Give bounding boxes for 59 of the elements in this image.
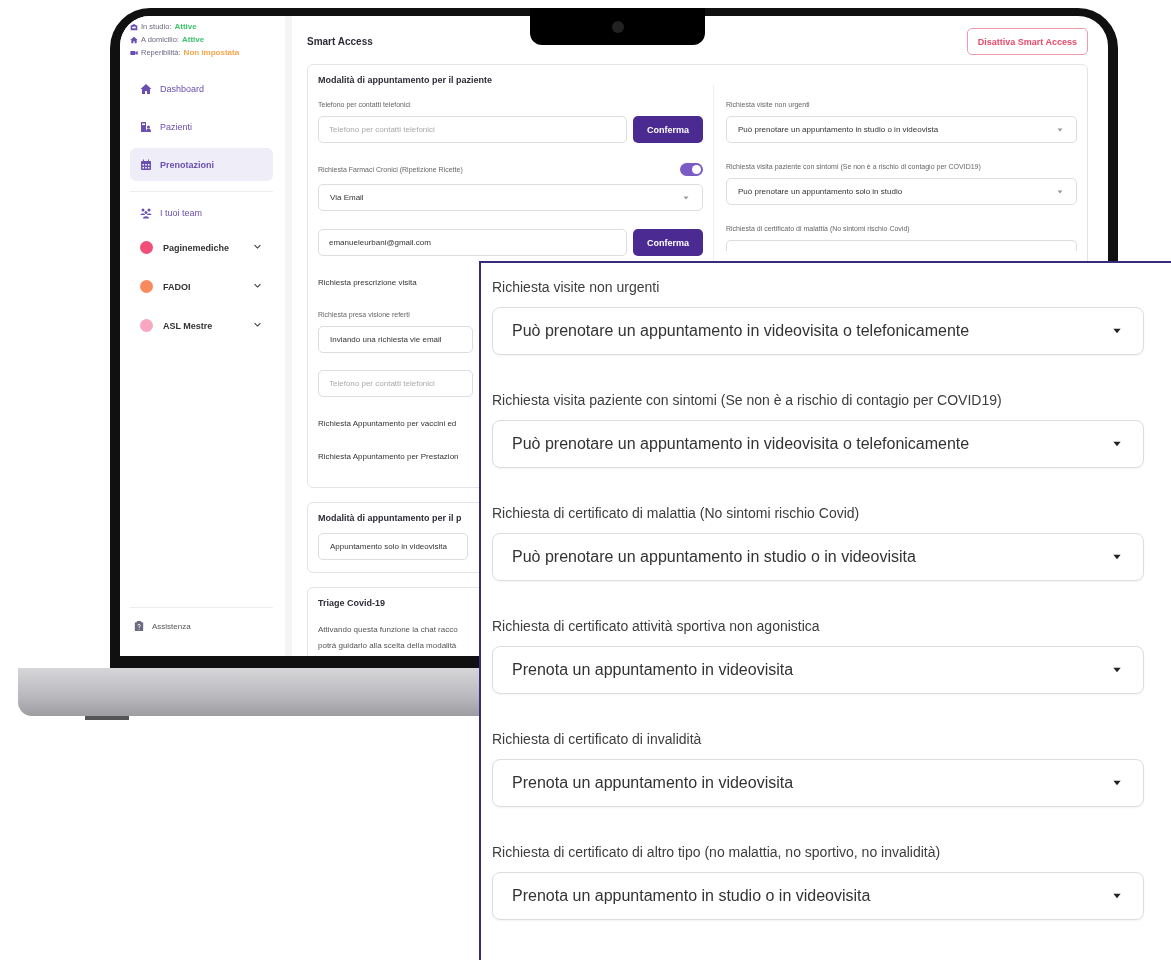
building-icon — [130, 22, 138, 31]
deactivate-button[interactable]: Disattiva Smart Access — [966, 28, 1088, 55]
select-field[interactable]: Può prenotare un appuntamento in videovisita o telefonicamente — [492, 420, 1144, 468]
dropdown-caret-icon — [681, 194, 691, 201]
card-title: Modalità di appuntamento per il paziente — [318, 75, 492, 85]
chevron-down-icon — [252, 244, 263, 251]
toggle-switch[interactable] — [680, 163, 703, 176]
select-field[interactable]: Appuntamento solo in videovisita — [318, 533, 468, 560]
confirm-button[interactable]: Conferma — [633, 116, 703, 143]
select-field[interactable]: Prenota un appuntamento in videovisita — [492, 759, 1144, 807]
select-field[interactable]: Può prenotare un appuntamento in studio o in videovista — [726, 116, 1077, 143]
team-icon — [140, 207, 152, 219]
status-value: Attive — [174, 22, 197, 31]
input-field[interactable]: Telefono per contatti telefonici — [318, 370, 473, 397]
patient-card-icon — [140, 120, 152, 133]
calendar-icon — [140, 158, 152, 171]
chevron-down-icon — [252, 283, 263, 290]
description-text: potrà guidarlo alla scelta della modalità — [318, 640, 457, 652]
nav-item[interactable]: Dashboard — [130, 72, 273, 105]
dropdown-caret-icon — [1055, 126, 1065, 133]
field-label: Richiesta visita paziente con sintomi (Se non è a rischio di contagio per COVID19) — [492, 392, 1002, 408]
select-field[interactable]: Via Email — [318, 184, 703, 211]
team-item[interactable]: ASL Mestre — [130, 306, 273, 345]
chevron-down-icon — [252, 322, 263, 329]
section-label: Richiesta Appuntamento per Prestazion — [318, 452, 459, 461]
dropdown-caret-icon — [1055, 188, 1065, 195]
select-field[interactable]: Prenota un appuntamento in studio o in videovisita — [492, 872, 1144, 920]
field-label: Richiesta di certificato di altro tipo (no malattia, no sportivo, no invalidità) — [492, 844, 941, 860]
description-text: Attivando questa funzione la chat racco — [318, 624, 458, 636]
field-label: Richiesta visite non urgenti — [492, 279, 660, 295]
status-value: Non impostata — [183, 48, 240, 57]
section-label: Richiesta Appuntamento per vaccini ed — [318, 419, 457, 428]
status-value: Attive — [181, 35, 205, 44]
house-icon — [130, 35, 138, 44]
select-field[interactable]: Può prenotare un appuntamento solo in studio — [726, 178, 1077, 205]
card-title: Modalità di appuntamento per il p — [318, 513, 462, 523]
laptop-foot — [85, 716, 129, 720]
nav-item[interactable]: Prenotazioni — [130, 148, 273, 181]
select-field[interactable]: Prenota un appuntamento in videovisita — [492, 646, 1144, 694]
team-item[interactable]: Paginemediche — [130, 228, 273, 267]
input-field[interactable]: Telefono per contatti telefonici — [318, 116, 627, 143]
select-field[interactable] — [726, 240, 1077, 251]
card-title: Triage Covid-19 — [318, 598, 386, 608]
field-label: Richiesta di certificato attività sportiva non agonistica — [492, 618, 820, 634]
page-title: Smart Access — [307, 36, 373, 47]
assistance-link[interactable]: Assistenza — [130, 614, 273, 638]
select-field[interactable]: Può prenotare un appuntamento in videovisita o telefonicamente — [492, 307, 1144, 355]
field-label: Richiesta di certificato di malattia (No sintomi rischio Covid) — [492, 505, 860, 521]
input-field[interactable]: emanueleurbani@gmail.com — [318, 229, 627, 256]
select-field[interactable]: Può prenotare un appuntamento in studio o in videovisita — [492, 533, 1144, 581]
section-label: Richiesta prescrizione visita — [318, 278, 417, 287]
help-clipboard-icon — [134, 620, 144, 632]
select-field[interactable]: Inviando una richiesta vie email — [318, 326, 473, 353]
field-label: Richiesta di certificato di invalidità — [492, 731, 702, 747]
nav-item[interactable]: Pazienti — [130, 110, 273, 143]
team-item[interactable]: FADOI — [130, 267, 273, 306]
teams-heading[interactable]: I tuoi team — [160, 208, 203, 218]
confirm-button[interactable]: Conferma — [633, 229, 703, 256]
house-icon — [140, 82, 152, 95]
